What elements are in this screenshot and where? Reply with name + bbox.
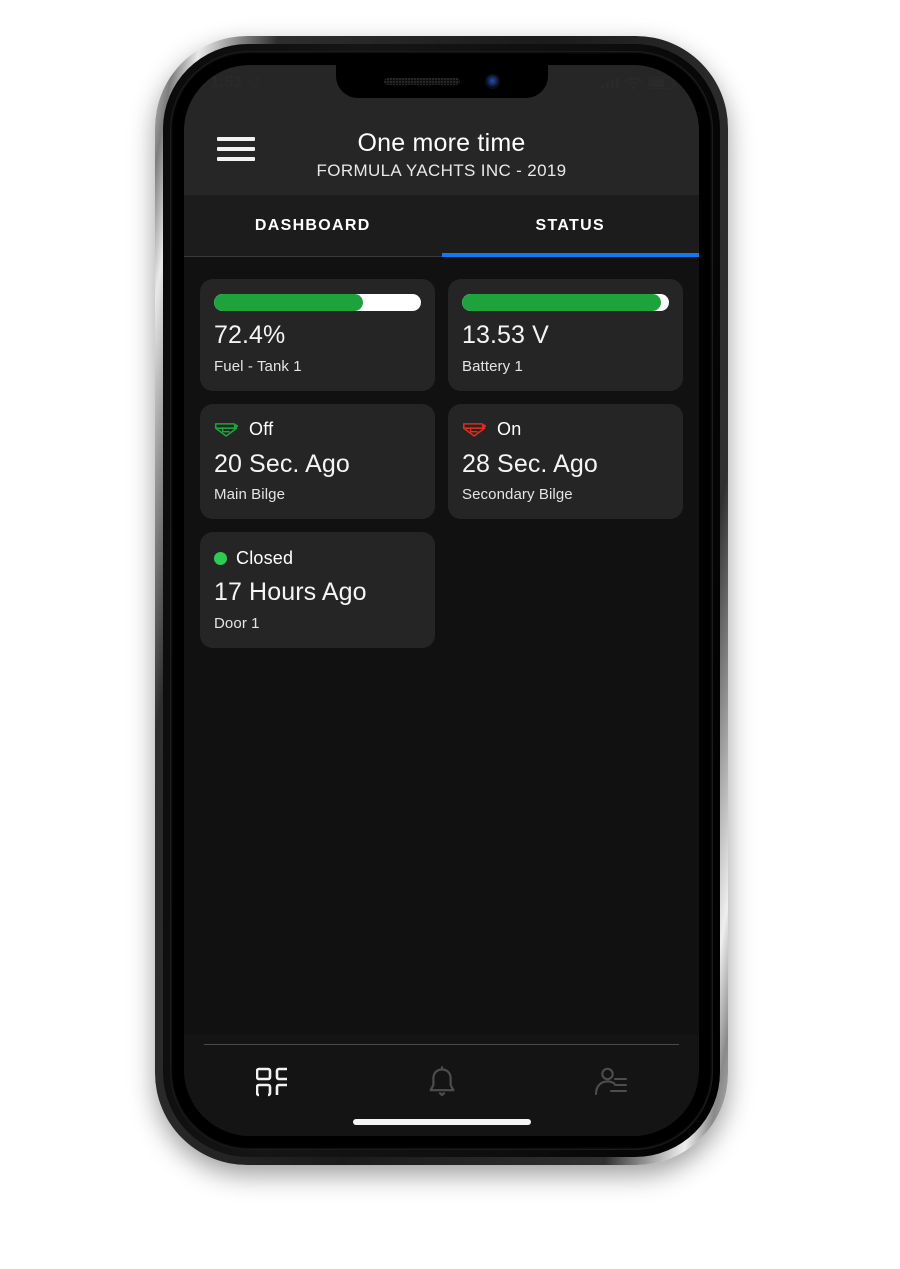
fuel-value: 72.4% [214,321,286,349]
status-card-main-bilge[interactable]: Off 20 Sec. Ago Main Bilge [200,403,435,519]
status-card-battery-1[interactable]: 13.53 V Battery 1 [448,279,683,391]
bottom-navigation [184,1034,699,1136]
battery-label: Battery 1 [462,357,523,375]
status-card-secondary-bilge[interactable]: On 28 Sec. Ago Secondary Bilge [448,403,683,519]
nav-item-dashboard[interactable] [188,1066,357,1098]
earpiece-speaker-icon [384,78,460,85]
tab-status[interactable]: STATUS [441,195,700,257]
tab-dashboard[interactable]: DASHBOARD [184,195,442,256]
page-title: One more time [357,129,526,157]
dashboard-grid-icon [255,1067,287,1097]
secondary-bilge-label: Secondary Bilge [462,486,573,503]
bilge-pump-icon [214,423,239,437]
nav-item-alerts[interactable] [357,1066,526,1098]
battery-progress-fill [462,294,661,311]
display-notch [335,65,548,98]
main-bilge-state: Off [249,419,274,439]
page-subtitle: FORMULA YACHTS INC - 2019 [316,161,567,180]
home-indicator[interactable] [352,1119,531,1125]
nav-items [184,1045,699,1119]
header-titles: One more time FORMULA YACHTS INC - 2019 [202,111,681,181]
fuel-progress-track [214,294,421,311]
status-bar-left: 1:53 [210,74,350,92]
secondary-bilge-state: On [497,419,522,439]
tab-bar: DASHBOARD STATUS [184,195,699,257]
main-bilge-value: 20 Sec. Ago [214,449,350,478]
tab-status-label: STATUS [535,216,605,234]
status-dot-icon [214,551,227,565]
door-state-row: Closed [214,547,421,569]
hamburger-menu-icon[interactable] [217,137,255,161]
status-bar-time: 1:53 [210,74,243,91]
status-content: 72.4% Fuel - Tank 1 13.53 V Battery 1 Of… [184,257,699,1034]
crew-contact-icon [594,1067,627,1096]
app-container: One more time FORMULA YACHTS INC - 2019 … [184,65,699,1136]
phone-mockup-stage: 1:53 One more time FORMULA YACHTS INC - … [0,0,900,1269]
wifi-icon [625,76,642,89]
status-card-fuel-tank-1[interactable]: 72.4% Fuel - Tank 1 [200,279,435,391]
main-bilge-label: Main Bilge [214,486,286,503]
phone-screen: 1:53 One more time FORMULA YACHTS INC - … [184,65,699,1136]
cellular-signal-icon [601,77,619,89]
secondary-bilge-value: 28 Sec. Ago [462,449,598,478]
battery-value: 13.53 V [462,321,549,349]
main-bilge-state-row: Off [214,419,421,441]
battery-progress-track [462,294,669,311]
bell-icon [429,1066,454,1097]
tab-dashboard-label: DASHBOARD [254,216,371,234]
nav-item-crew[interactable] [526,1067,695,1097]
door-state: Closed [236,547,294,568]
secondary-bilge-state-row: On [462,419,669,441]
status-card-grid: 72.4% Fuel - Tank 1 13.53 V Battery 1 Of… [200,279,683,648]
phone-frame: 1:53 One more time FORMULA YACHTS INC - … [155,36,728,1165]
battery-icon [648,77,676,89]
bilge-pump-icon [462,423,487,437]
fuel-progress-fill [214,294,364,311]
status-card-door-1[interactable]: Closed 17 Hours Ago Door 1 [200,532,435,648]
fuel-label: Fuel - Tank 1 [214,357,302,375]
phone-bezel: 1:53 One more time FORMULA YACHTS INC - … [170,51,713,1150]
front-camera-icon [486,75,499,88]
status-bar-right [601,76,676,90]
door-value: 17 Hours Ago [214,578,367,606]
phone-midframe: 1:53 One more time FORMULA YACHTS INC - … [163,44,720,1157]
location-arrow-icon [247,77,259,89]
door-label: Door 1 [214,614,260,632]
